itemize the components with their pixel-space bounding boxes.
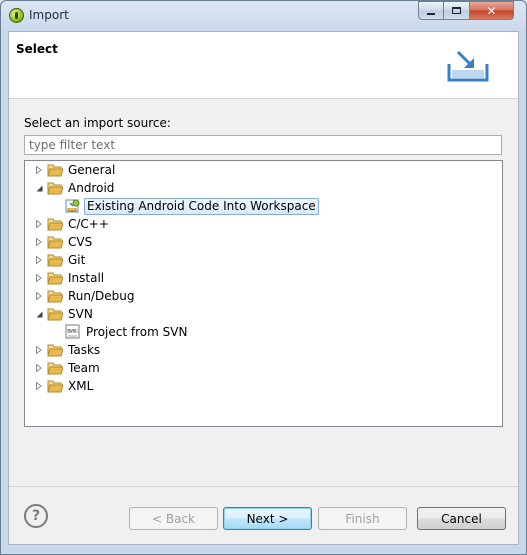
- help-icon: ?: [31, 508, 41, 524]
- tree-item-label: Install: [68, 271, 105, 285]
- folder-icon: [47, 290, 63, 303]
- expand-arrow-icon[interactable]: [33, 380, 45, 392]
- page-title: Select: [16, 42, 58, 56]
- help-button[interactable]: ?: [24, 504, 48, 528]
- selected-item-label: Existing Android Code Into Workspace: [84, 197, 319, 215]
- tree-item-git[interactable]: Git: [33, 251, 85, 269]
- android-project-icon: [65, 199, 80, 213]
- import-source-tree[interactable]: General Android Existing Android Code In…: [24, 160, 503, 427]
- tree-item-xml[interactable]: XML: [33, 377, 93, 395]
- tree-item-existing-android-code[interactable]: Existing Android Code Into Workspace: [65, 197, 319, 215]
- folder-icon: [47, 218, 63, 231]
- back-button[interactable]: < Back: [129, 507, 218, 530]
- window-title: Import: [29, 8, 69, 22]
- import-dialog: Import ✕ Select Select an import source:…: [0, 0, 527, 555]
- eclipse-app-icon: [9, 8, 24, 23]
- folder-icon: [47, 272, 63, 285]
- folder-icon: [47, 236, 63, 249]
- tree-item-svn[interactable]: SVN: [33, 305, 93, 323]
- tree-item-label: Project from SVN: [86, 325, 188, 339]
- tree-item-label: XML: [68, 379, 94, 393]
- tree-item-general[interactable]: General: [33, 161, 115, 179]
- cancel-button[interactable]: Cancel: [417, 507, 506, 530]
- tree-item-team[interactable]: Team: [33, 359, 100, 377]
- expand-arrow-icon[interactable]: [33, 362, 45, 374]
- collapse-arrow-icon[interactable]: [33, 182, 45, 194]
- minimize-button[interactable]: [418, 1, 444, 20]
- folder-icon: [47, 380, 63, 393]
- tree-item-label: Tasks: [68, 343, 101, 357]
- folder-icon: [47, 344, 63, 357]
- tree-item-label: C/C++: [68, 217, 109, 231]
- tree-item-tasks[interactable]: Tasks: [33, 341, 100, 359]
- title-bar[interactable]: Import ✕: [1, 1, 526, 30]
- tree-item-label: Team: [68, 361, 100, 375]
- footer-separator: [9, 486, 518, 487]
- tree-item-label: CVS: [68, 235, 93, 249]
- import-source-label: Select an import source:: [24, 116, 171, 130]
- expand-arrow-icon[interactable]: [33, 254, 45, 266]
- maximize-icon: [452, 7, 461, 14]
- wizard-header: Select: [9, 32, 518, 99]
- expand-arrow-icon[interactable]: [33, 236, 45, 248]
- svn-project-icon: SVN: [65, 324, 80, 339]
- expand-arrow-icon[interactable]: [33, 290, 45, 302]
- close-button[interactable]: ✕: [470, 1, 514, 20]
- tree-item-cvs[interactable]: CVS: [33, 233, 92, 251]
- tree-item-label: General: [68, 163, 116, 177]
- close-icon: ✕: [486, 3, 497, 18]
- folder-open-icon: [47, 308, 63, 321]
- folder-icon: [47, 164, 63, 177]
- folder-icon: [47, 254, 63, 267]
- folder-open-icon: [47, 182, 63, 195]
- expand-arrow-icon[interactable]: [33, 218, 45, 230]
- expand-arrow-icon[interactable]: [33, 164, 45, 176]
- expand-arrow-icon[interactable]: [33, 344, 45, 356]
- maximize-button[interactable]: [444, 1, 470, 20]
- folder-icon: [47, 362, 63, 375]
- tree-item-label: SVN: [68, 307, 93, 321]
- collapse-arrow-icon[interactable]: [33, 308, 45, 320]
- tree-item-run-debug[interactable]: Run/Debug: [33, 287, 135, 305]
- tree-item-cpp[interactable]: C/C++: [33, 215, 109, 233]
- tree-item-label: Android: [68, 181, 115, 195]
- next-button[interactable]: Next >: [223, 507, 312, 530]
- tree-item-label: Run/Debug: [68, 289, 135, 303]
- tree-item-install[interactable]: Install: [33, 269, 104, 287]
- svg-text:SVN: SVN: [68, 329, 76, 334]
- finish-button[interactable]: Finish: [318, 507, 407, 530]
- tree-item-android[interactable]: Android: [33, 179, 114, 197]
- tree-item-label: Git: [68, 253, 86, 267]
- filter-input[interactable]: [24, 135, 502, 155]
- expand-arrow-icon[interactable]: [33, 272, 45, 284]
- minimize-icon: [427, 12, 435, 15]
- import-wizard-icon: [447, 50, 489, 82]
- dialog-body: Select Select an import source: General …: [8, 31, 519, 545]
- tree-item-project-from-svn[interactable]: SVN Project from SVN: [65, 323, 187, 341]
